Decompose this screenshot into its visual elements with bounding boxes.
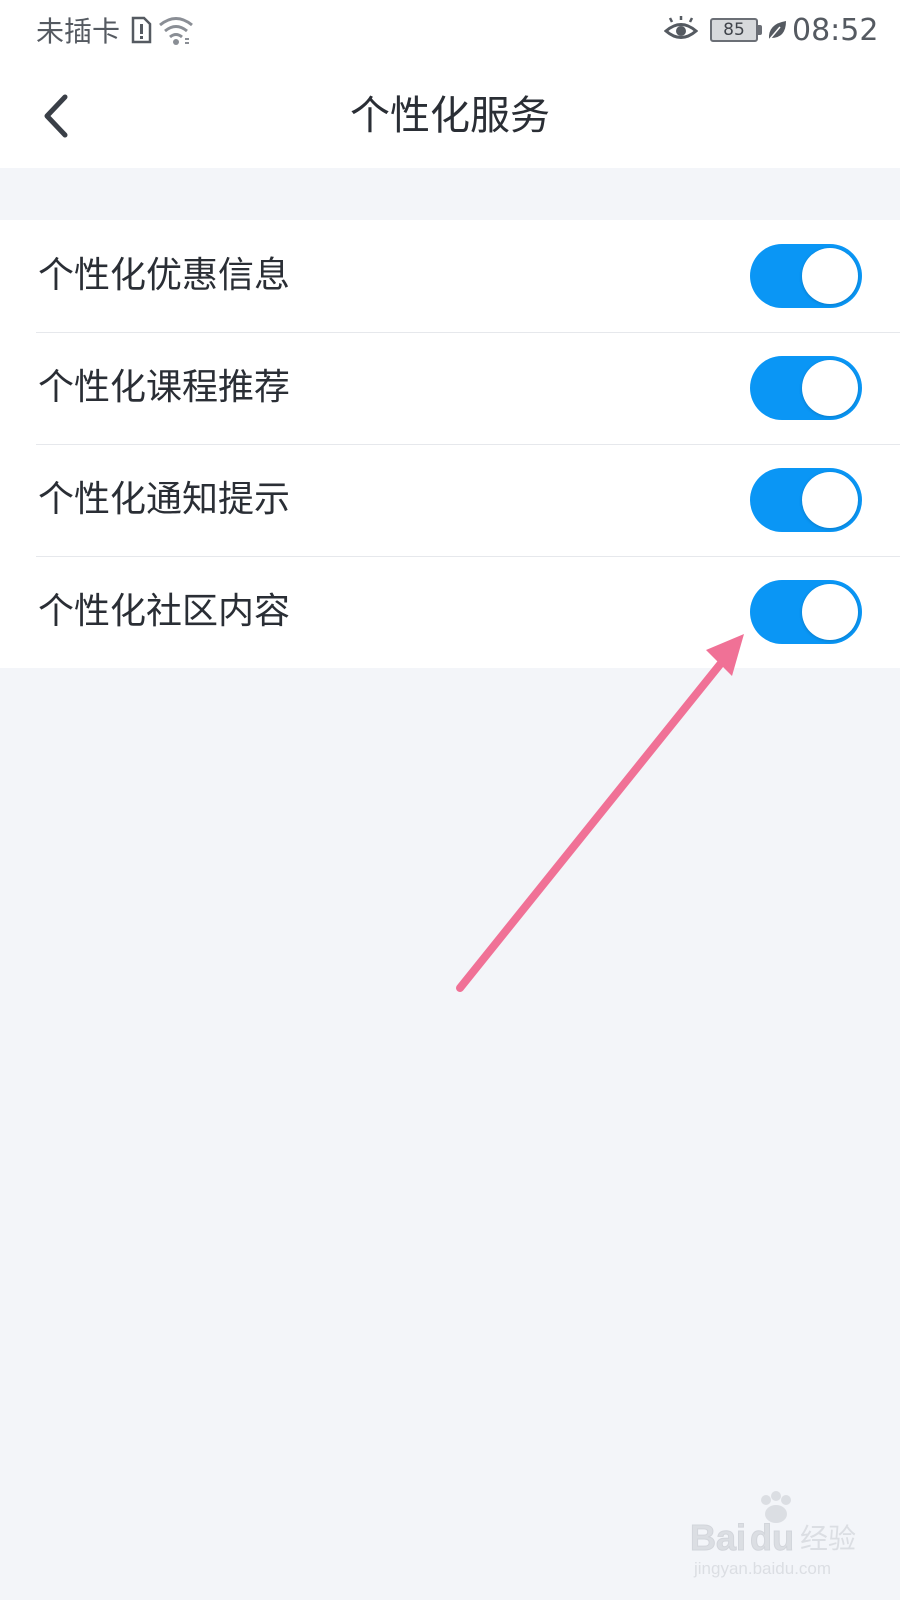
setting-row-courses: 个性化课程推荐: [0, 332, 900, 444]
setting-label: 个性化优惠信息: [38, 255, 291, 296]
setting-row-offers: 个性化优惠信息: [0, 220, 900, 332]
wifi-icon: [159, 17, 193, 45]
setting-row-notifications: 个性化通知提示: [0, 444, 900, 556]
page-title: 个性化服务: [350, 93, 550, 139]
setting-label: 个性化社区内容: [38, 591, 291, 632]
toggle-knob: [802, 584, 858, 640]
navigation-header: 个性化服务: [0, 64, 900, 168]
courses-toggle[interactable]: [750, 356, 862, 420]
baidu-jingyan-watermark-logo: Bai du 经验 jingyan.baidu.com: [690, 1491, 856, 1578]
eye-comfort-icon: [664, 16, 698, 39]
battery-level: 85: [723, 20, 745, 40]
svg-text:jingyan.baidu.com: jingyan.baidu.com: [693, 1559, 831, 1578]
svg-text:du: du: [750, 1517, 794, 1558]
setting-label: 个性化通知提示: [38, 479, 291, 520]
notifications-toggle[interactable]: [750, 468, 862, 532]
toggle-knob: [802, 360, 858, 416]
carrier-text: 未插卡: [36, 15, 121, 48]
clock: 08:52: [792, 13, 879, 48]
setting-label: 个性化课程推荐: [38, 367, 291, 408]
svg-text:经验: 经验: [800, 1522, 856, 1555]
battery-indicator: 85: [710, 18, 758, 42]
settings-list: 个性化优惠信息 个性化课程推荐 个性化通知提示 个性化社区内容: [0, 220, 900, 668]
status-bar: 未插卡 85 08:52: [0, 0, 900, 64]
toggle-knob: [802, 248, 858, 304]
svg-text:Bai: Bai: [690, 1517, 746, 1558]
battery-tip: [758, 25, 762, 35]
setting-row-community: 个性化社区内容: [0, 556, 900, 668]
toggle-knob: [802, 472, 858, 528]
community-toggle[interactable]: [750, 580, 862, 644]
offers-toggle[interactable]: [750, 244, 862, 308]
sim-alert-icon: [131, 16, 152, 44]
leaf-icon: [768, 21, 786, 41]
